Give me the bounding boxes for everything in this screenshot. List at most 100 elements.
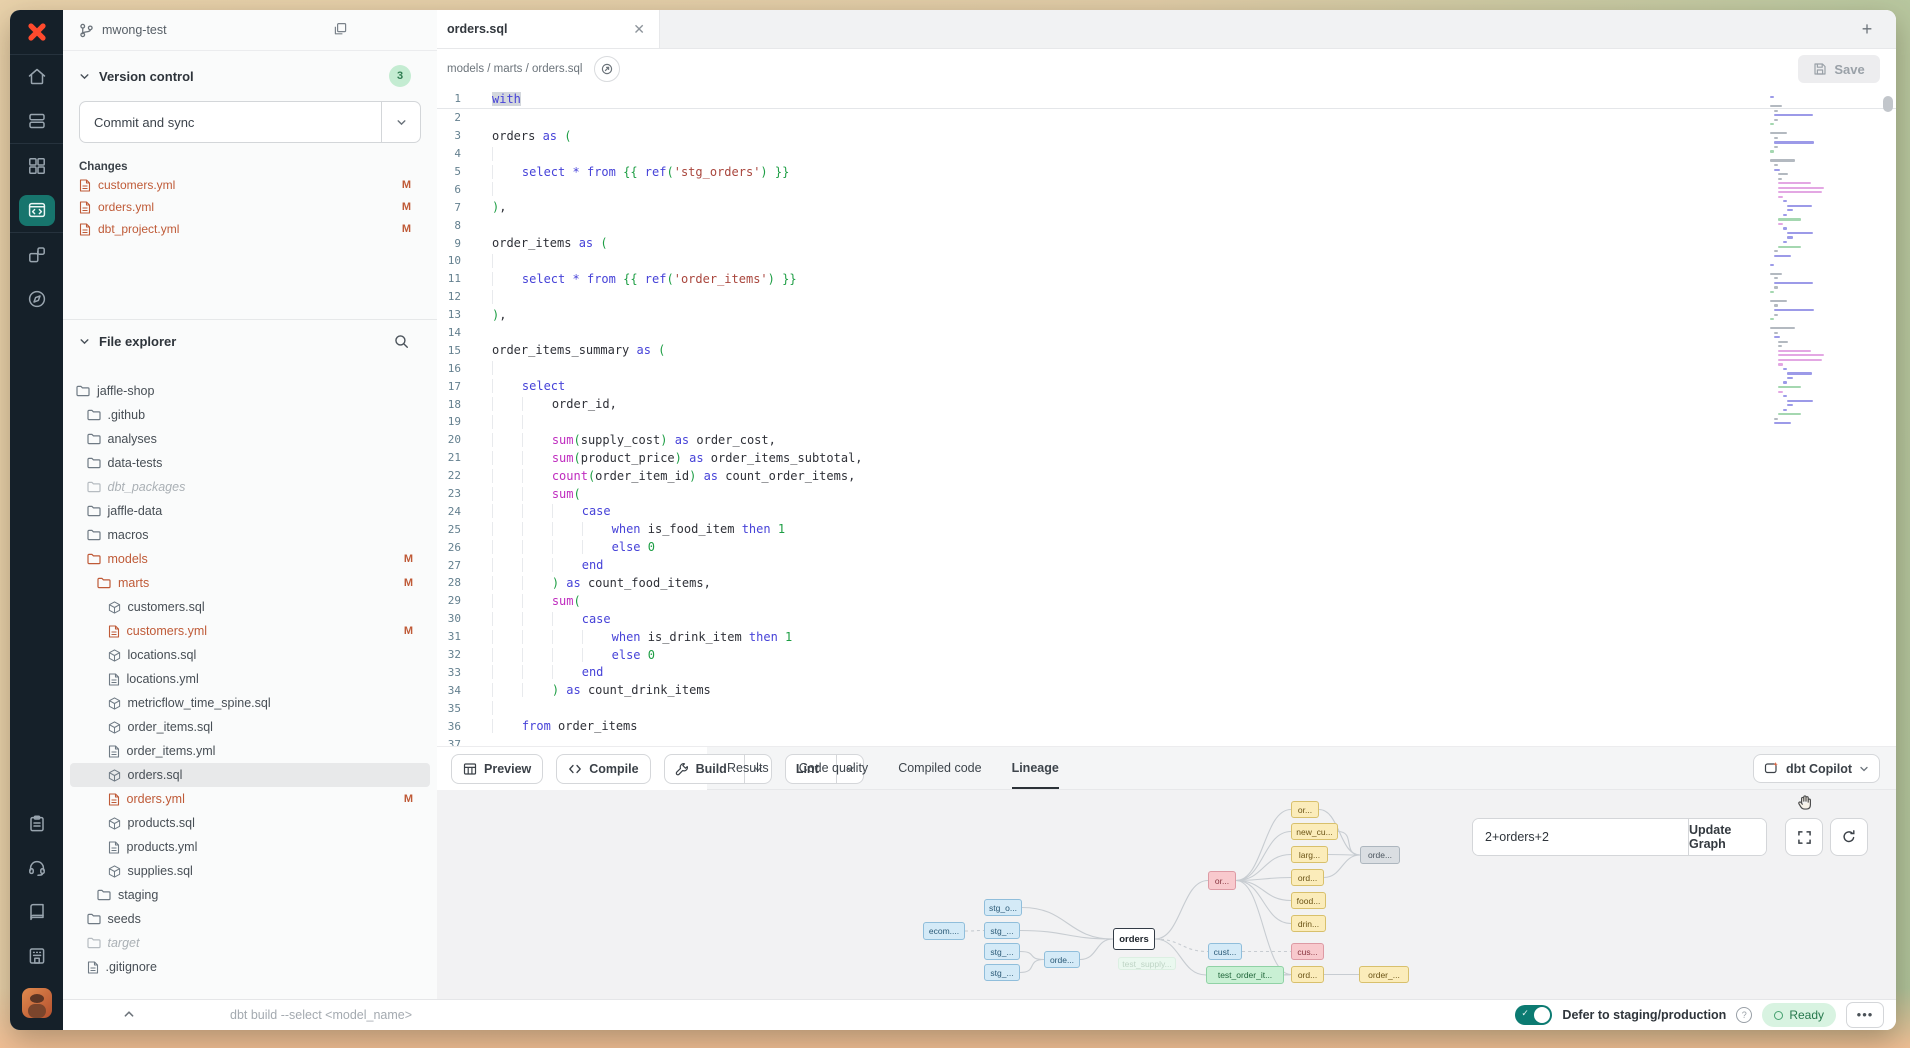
lineage-node-y_larg[interactable]: larg... (1291, 846, 1328, 863)
lineage-node-or_pink[interactable]: or... (1208, 871, 1236, 890)
support-headset-icon[interactable] (10, 846, 63, 890)
code-line-26[interactable]: 26 else 0 (437, 538, 1896, 556)
tree-item-customers-sql[interactable]: customers.sql (70, 595, 430, 619)
tree-item-models[interactable]: modelsM (70, 547, 430, 571)
code-line-30[interactable]: 30 case (437, 610, 1896, 628)
lineage-node-stg_3[interactable]: stg_... (984, 964, 1020, 981)
save-button[interactable]: Save (1798, 55, 1880, 83)
code-line-17[interactable]: 17 select (437, 377, 1896, 395)
tree-item-seeds[interactable]: seeds (70, 907, 430, 931)
lineage-node-stg_o[interactable]: stg_o... (984, 899, 1022, 916)
chevron-down-icon[interactable] (79, 71, 90, 82)
lineage-node-y_newcu[interactable]: new_cu... (1291, 823, 1338, 840)
tree-item-marts[interactable]: martsM (70, 571, 430, 595)
tree-item--github[interactable]: .github (70, 403, 430, 427)
code-line-10[interactable]: 10 (437, 252, 1896, 270)
lineage-selector-input[interactable] (1473, 819, 1688, 855)
tree-item-supplies-sql[interactable]: supplies.sql (70, 859, 430, 883)
code-line-35[interactable]: 35 (437, 699, 1896, 717)
preview-button[interactable]: Preview (451, 754, 543, 784)
commit-options-caret[interactable] (381, 102, 420, 142)
tree-item-customers-yml[interactable]: customers.ymlM (70, 619, 430, 643)
tab-compiled-code[interactable]: Compiled code (898, 747, 981, 789)
code-line-11[interactable]: 11 select * from {{ ref('order_items') }… (437, 270, 1896, 288)
lineage-node-cus_pink[interactable]: cus... (1291, 943, 1324, 960)
tree-item-orders-sql[interactable]: orders.sql (70, 763, 430, 787)
code-line-9[interactable]: 9order_items as ( (437, 234, 1896, 252)
stack-icon[interactable] (10, 99, 63, 143)
tree-item-jaffle-data[interactable]: jaffle-data (70, 499, 430, 523)
code-line-7[interactable]: 7), (437, 198, 1896, 216)
code-line-31[interactable]: 31 when is_drink_item then 1 (437, 628, 1896, 646)
tree-item-locations-sql[interactable]: locations.sql (70, 643, 430, 667)
tree-item-order-items-sql[interactable]: order_items.sql (70, 715, 430, 739)
code-line-23[interactable]: 23 sum( (437, 485, 1896, 503)
code-line-15[interactable]: 15order_items_summary as ( (437, 341, 1896, 359)
code-line-8[interactable]: 8 (437, 216, 1896, 234)
code-line-21[interactable]: 21 sum(product_price) as order_items_sub… (437, 449, 1896, 467)
lineage-node-test_order_it[interactable]: test_order_it... (1206, 966, 1284, 984)
docs-book-icon[interactable] (10, 890, 63, 934)
lineage-node-y_food[interactable]: food... (1291, 892, 1326, 909)
tab-results[interactable]: Results (727, 747, 769, 789)
lineage-node-order_y2[interactable]: order_... (1359, 966, 1409, 983)
code-line-5[interactable]: 5 select * from {{ ref('stg_orders') }} (437, 163, 1896, 181)
code-line-33[interactable]: 33 end (437, 664, 1896, 682)
code-line-22[interactable]: 22 count(order_item_id) as count_order_i… (437, 467, 1896, 485)
code-line-34[interactable]: 34 ) as count_drink_items (437, 681, 1896, 699)
compile-button[interactable]: Compile (556, 754, 650, 784)
tab-code-quality[interactable]: Code quality (799, 747, 869, 789)
code-editor-icon[interactable] (10, 188, 63, 232)
more-options-button[interactable]: ••• (1846, 1002, 1884, 1028)
code-line-28[interactable]: 28 ) as count_food_items, (437, 574, 1896, 592)
tree-item-products-yml[interactable]: products.yml (70, 835, 430, 859)
tree-item-orders-yml[interactable]: orders.ymlM (70, 787, 430, 811)
code-line-19[interactable]: 19 (437, 413, 1896, 431)
lineage-node-orde_gray[interactable]: orde... (1360, 846, 1400, 864)
tree-item-products-sql[interactable]: products.sql (70, 811, 430, 835)
lineage-node-test_supply[interactable]: test_supply... (1118, 957, 1176, 970)
breadcrumb[interactable]: models / marts / orders.sql (447, 63, 582, 75)
user-avatar[interactable] (22, 988, 52, 1018)
lineage-node-orders[interactable]: orders (1113, 928, 1155, 950)
lineage-node-y_ord2[interactable]: ord... (1291, 966, 1324, 983)
chevron-down-icon[interactable] (79, 336, 90, 347)
code-line-20[interactable]: 20 sum(supply_cost) as order_cost, (437, 431, 1896, 449)
update-graph-button[interactable]: Update Graph (1688, 819, 1766, 855)
code-line-18[interactable]: 18 order_id, (437, 395, 1896, 413)
changed-file-row[interactable]: orders.yml M (79, 197, 421, 217)
lineage-node-y_ord[interactable]: ord... (1291, 869, 1324, 886)
code-line-25[interactable]: 25 when is_food_item then 1 (437, 520, 1896, 538)
code-line-32[interactable]: 32 else 0 (437, 646, 1896, 664)
organization-icon[interactable] (10, 934, 63, 978)
close-tab-icon[interactable]: ✕ (629, 20, 649, 38)
code-line-24[interactable]: 24 case (437, 502, 1896, 520)
code-line-14[interactable]: 14 (437, 324, 1896, 342)
lineage-node-y_or[interactable]: or... (1291, 801, 1319, 818)
editor-scrollbar[interactable] (1883, 96, 1893, 112)
lineage-panel[interactable]: ecom....stg_o...stg_...stg_...stg_...ord… (437, 790, 1896, 1000)
help-icon[interactable]: ? (1736, 1007, 1752, 1023)
tree-item-order-items-yml[interactable]: order_items.yml (70, 739, 430, 763)
code-line-27[interactable]: 27 end (437, 556, 1896, 574)
tree-item-staging[interactable]: staging (70, 883, 430, 907)
tree-item-dbt-packages[interactable]: dbt_packages (70, 475, 430, 499)
tree-item-jaffle-shop[interactable]: jaffle-shop (70, 379, 430, 403)
tree-item-analyses[interactable]: analyses (70, 427, 430, 451)
tree-item-macros[interactable]: macros (70, 523, 430, 547)
open-in-explorer-icon[interactable] (594, 56, 620, 82)
orchestration-icon[interactable] (10, 233, 63, 277)
tree-item-data-tests[interactable]: data-tests (70, 451, 430, 475)
code-line-6[interactable]: 6 (437, 180, 1896, 198)
tab-orders-sql[interactable]: orders.sql ✕ (437, 10, 660, 48)
lineage-node-cust[interactable]: cust... (1208, 943, 1242, 960)
grid-icon[interactable] (10, 144, 63, 188)
tree-item-target[interactable]: target (70, 931, 430, 955)
tree-item-metricflow-time-spine-sql[interactable]: metricflow_time_spine.sql (70, 691, 430, 715)
code-line-12[interactable]: 12 (437, 288, 1896, 306)
lineage-node-y_drin[interactable]: drin... (1291, 915, 1326, 932)
command-input-placeholder[interactable]: dbt build --select <model_name> (230, 1008, 412, 1022)
search-icon[interactable] (394, 334, 409, 354)
code-line-3[interactable]: 3orders as ( (437, 127, 1896, 145)
dbt-copilot-button[interactable]: dbt Copilot (1753, 754, 1880, 783)
